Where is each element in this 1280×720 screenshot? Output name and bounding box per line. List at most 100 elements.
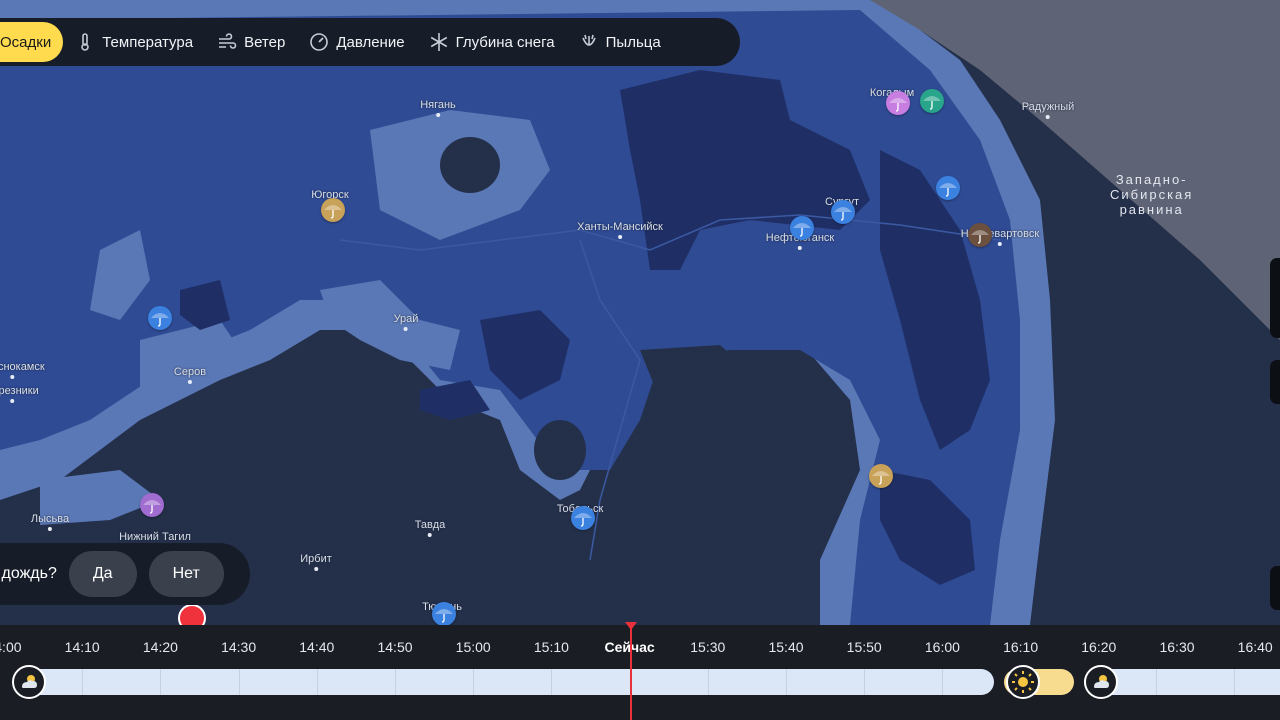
umbrella-icon[interactable] bbox=[936, 176, 960, 200]
umbrella-icon-glyph bbox=[889, 98, 907, 112]
timeline-tick[interactable]: 15:10 bbox=[534, 639, 569, 655]
timeline-segment-divider bbox=[238, 669, 240, 695]
umbrella-icon-glyph bbox=[971, 230, 989, 244]
city-label: Лысьва bbox=[31, 513, 69, 531]
timeline-tick[interactable]: 16:10 bbox=[1003, 639, 1038, 655]
umbrella-icon[interactable] bbox=[140, 493, 164, 517]
timeline-segment-divider bbox=[160, 669, 162, 695]
umbrella-icon[interactable] bbox=[148, 306, 172, 330]
umbrella-icon-glyph bbox=[923, 96, 941, 110]
city-dot bbox=[997, 242, 1002, 246]
layer-pollen-label: Пыльца bbox=[605, 33, 661, 51]
timeline-segment-divider bbox=[473, 669, 475, 695]
umbrella-icon[interactable] bbox=[869, 464, 893, 488]
umbrella-icon-glyph bbox=[151, 313, 169, 327]
city-label: Тавда bbox=[415, 519, 445, 537]
rain-question-text: Идёт дождь? bbox=[0, 565, 57, 582]
umbrella-icon[interactable] bbox=[321, 198, 345, 222]
timeline-tick[interactable]: 15:50 bbox=[847, 639, 882, 655]
rain-yes-button[interactable]: Да bbox=[68, 551, 137, 597]
precipitation-overlay bbox=[0, 0, 1280, 625]
sun-icon bbox=[1006, 665, 1040, 699]
timeline-segment-divider bbox=[864, 669, 866, 695]
city-label: Нягань bbox=[420, 99, 456, 117]
umbrella-icon[interactable] bbox=[790, 216, 814, 240]
layer-temp[interactable]: Температура bbox=[63, 22, 205, 62]
layer-precip-label: Осадки bbox=[0, 33, 52, 51]
umbrella-icon-glyph bbox=[872, 471, 890, 485]
timeline-tick[interactable]: 15:40 bbox=[768, 639, 803, 655]
layer-wind-label: Ветер bbox=[244, 33, 286, 51]
partly-cloudy-icon bbox=[12, 665, 46, 699]
city-label: Краснокамск bbox=[0, 361, 45, 379]
timeline-tick[interactable]: 16:20 bbox=[1081, 639, 1116, 655]
timeline-tick[interactable]: 14:30 bbox=[221, 639, 256, 655]
timeline-tick[interactable]: 16:40 bbox=[1238, 639, 1273, 655]
thermometer-icon bbox=[81, 33, 90, 51]
layer-pressure-label: Давление bbox=[336, 33, 405, 51]
city-label: Березники bbox=[0, 385, 39, 403]
umbrella-icon[interactable] bbox=[886, 91, 910, 115]
umbrella-icon[interactable] bbox=[571, 506, 595, 530]
timeline-tick[interactable]: 14:20 bbox=[143, 639, 178, 655]
timeline-segment-divider bbox=[395, 669, 396, 695]
layer-temp-label: Температура bbox=[102, 33, 194, 51]
city-label: Радужный bbox=[1022, 101, 1074, 119]
snowflake-icon bbox=[430, 33, 447, 51]
region-label: Западно- Сибирская равнина bbox=[1110, 172, 1194, 217]
gauge-icon bbox=[310, 33, 329, 51]
umbrella-icon[interactable] bbox=[432, 602, 456, 625]
location-pin-icon[interactable] bbox=[178, 604, 206, 625]
timeline-segment-divider bbox=[1156, 669, 1158, 695]
timeline-segment-divider bbox=[942, 669, 944, 695]
timeline-segment-divider bbox=[1234, 669, 1236, 695]
timeline[interactable]: 14:00 14:10 14:20 14:30 14:40 14:50 15:00 15:10… bbox=[0, 625, 1280, 720]
layer-snow[interactable]: Глубина снега bbox=[417, 22, 567, 62]
timeline-tick[interactable]: 14:10 bbox=[65, 639, 100, 655]
city-dot bbox=[187, 380, 192, 384]
umbrella-icon[interactable] bbox=[968, 223, 992, 247]
timeline-segment-divider bbox=[786, 669, 787, 695]
city-label: Серов bbox=[174, 366, 206, 384]
umbrella-icon-glyph bbox=[435, 609, 453, 623]
timeline-tick[interactable]: 14:50 bbox=[377, 639, 412, 655]
umbrella-icon-glyph bbox=[793, 223, 811, 237]
timeline-segment-divider bbox=[551, 669, 553, 695]
layer-precip[interactable]: Осадки bbox=[0, 22, 64, 62]
city-dot bbox=[427, 533, 432, 537]
umbrella-icon[interactable] bbox=[831, 200, 855, 224]
layer-pollen[interactable]: Пыльца bbox=[567, 22, 673, 62]
timeline-tick[interactable]: 15:00 bbox=[456, 639, 491, 655]
timeline-segment-divider bbox=[316, 669, 318, 695]
weather-map[interactable]: Западно- Сибирская равнина Нягань Югорск Х… bbox=[0, 0, 1280, 625]
zoom-control[interactable] bbox=[1270, 258, 1280, 338]
city-dot bbox=[1046, 115, 1050, 119]
timeline-segment-divider bbox=[707, 669, 709, 695]
map-control[interactable] bbox=[1270, 566, 1280, 610]
city-dot bbox=[10, 399, 14, 403]
wind-icon bbox=[219, 33, 237, 49]
umbrella-icon-glyph bbox=[324, 205, 342, 219]
city-label: Урай bbox=[394, 313, 418, 331]
timeline-track-cloudy[interactable] bbox=[14, 669, 994, 695]
timeline-tick[interactable]: 14:00 bbox=[0, 639, 22, 655]
now-marker-line bbox=[630, 626, 632, 720]
now-marker-triangle bbox=[625, 622, 637, 630]
layer-pressure[interactable]: Давление bbox=[297, 22, 416, 62]
rain-no-button[interactable]: Нет bbox=[148, 551, 224, 597]
timeline-tick[interactable]: 16:30 bbox=[1159, 639, 1194, 655]
umbrella-icon-glyph bbox=[574, 513, 592, 527]
pollen-icon bbox=[581, 34, 596, 46]
umbrella-icon-glyph bbox=[939, 183, 957, 197]
layer-wind[interactable]: Ветер bbox=[205, 22, 297, 62]
umbrella-icon-glyph bbox=[143, 500, 161, 514]
umbrella-icon[interactable] bbox=[920, 89, 944, 113]
city-dot bbox=[798, 246, 802, 250]
timeline-tick[interactable]: 16:00 bbox=[925, 639, 960, 655]
city-dot bbox=[313, 567, 318, 571]
timeline-tick[interactable]: 14:40 bbox=[299, 639, 334, 655]
timeline-tick[interactable]: 15:30 bbox=[690, 639, 725, 655]
locate-control[interactable] bbox=[1270, 360, 1280, 404]
rain-feedback-panel: Идёт дождь? Да Нет bbox=[0, 543, 250, 605]
umbrella-icon-glyph bbox=[834, 207, 852, 221]
